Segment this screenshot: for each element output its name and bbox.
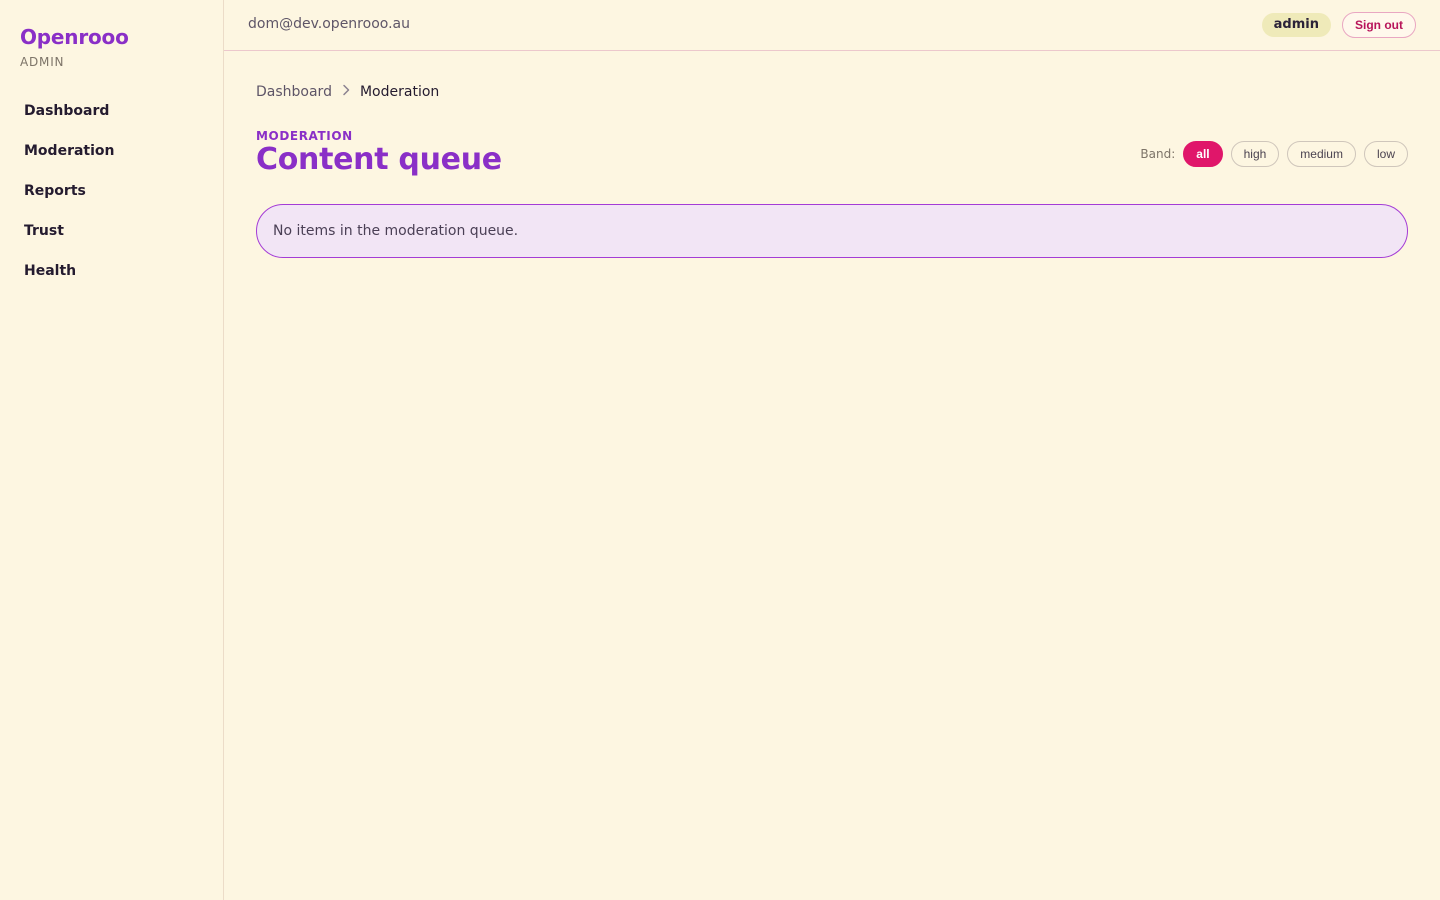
band-chip-all[interactable]: all <box>1183 141 1223 167</box>
role-badge: admin <box>1261 13 1331 37</box>
empty-queue-message: No items in the moderation queue. <box>256 204 1408 258</box>
brand-subtitle: ADMIN <box>20 55 65 69</box>
user-email: dom@dev.openrooo.au <box>248 16 410 32</box>
breadcrumb: Dashboard Moderation <box>256 84 439 100</box>
sidebar-item-reports[interactable]: Reports <box>12 171 212 211</box>
sidebar-nav: Dashboard Moderation Reports Trust Healt… <box>12 91 212 291</box>
band-filter-label: Band: <box>1140 147 1176 161</box>
sidebar-item-dashboard[interactable]: Dashboard <box>12 91 212 131</box>
band-chip-high[interactable]: high <box>1230 141 1280 167</box>
sidebar: Openrooo ADMIN Dashboard Moderation Repo… <box>0 0 224 900</box>
sidebar-item-moderation[interactable]: Moderation <box>12 131 212 171</box>
page-title: Content queue <box>256 142 502 177</box>
sidebar-item-trust[interactable]: Trust <box>12 211 212 251</box>
band-filter: Band: all high medium low <box>1140 141 1408 167</box>
page-eyebrow: MODERATION <box>256 129 353 143</box>
chevron-right-icon <box>342 84 350 100</box>
band-chip-low[interactable]: low <box>1363 141 1408 167</box>
breadcrumb-dashboard[interactable]: Dashboard <box>256 84 332 100</box>
sign-out-button[interactable]: Sign out <box>1342 12 1416 38</box>
top-bar: dom@dev.openrooo.au admin Sign out <box>224 0 1440 51</box>
band-chip-medium[interactable]: medium <box>1287 141 1356 167</box>
breadcrumb-current: Moderation <box>359 84 440 100</box>
sidebar-item-health[interactable]: Health <box>12 251 212 291</box>
brand-logo[interactable]: Openrooo <box>20 25 129 49</box>
